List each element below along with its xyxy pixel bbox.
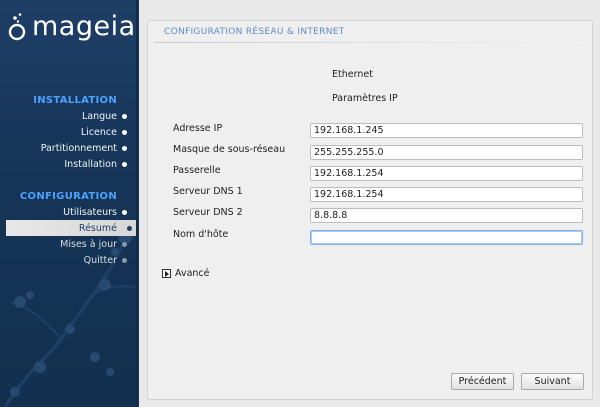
title-divider: [154, 42, 586, 43]
ip-address-input[interactable]: [310, 123, 583, 138]
hostname-label: Nom d'hôte: [173, 229, 229, 240]
nav-item-quitter[interactable]: Quitter: [0, 252, 139, 268]
section-title-installation: INSTALLATION: [33, 95, 117, 106]
nav-item-label: Installation: [64, 158, 117, 170]
logo-text: mageia: [32, 11, 136, 42]
bullet-icon: [122, 242, 127, 247]
nav-item-label: Quitter: [83, 254, 117, 266]
expand-arrow-icon: [162, 269, 171, 278]
advanced-label: Avancé: [175, 268, 210, 279]
gateway-input[interactable]: [310, 166, 583, 181]
ip-address-label: Adresse IP: [173, 123, 223, 134]
blossom-branch-decoration: [3, 226, 136, 407]
dns1-label: Serveur DNS 1: [173, 186, 243, 197]
nav-item-label: Mises à jour: [60, 238, 117, 250]
dns1-input[interactable]: [310, 187, 583, 202]
mageia-logo-icon: [8, 13, 26, 41]
bullet-icon: [122, 114, 127, 119]
sidebar: mageia INSTALLATION Langue Licence Parti…: [0, 0, 139, 407]
nav-item-installation[interactable]: Installation: [0, 156, 139, 172]
network-config-panel: CONFIGURATION RÉSEAU & INTERNET Ethernet…: [147, 20, 593, 400]
interface-type-label: Ethernet: [332, 69, 373, 80]
netmask-label: Masque de sous-réseau: [173, 144, 286, 155]
bullet-icon: [122, 210, 127, 215]
nav-item-label: Résumé: [78, 222, 117, 234]
bullet-icon: [127, 226, 132, 231]
mageia-logo: mageia: [6, 12, 136, 42]
bullet-icon: [122, 130, 127, 135]
nav-item-mises-a-jour[interactable]: Mises à jour: [0, 236, 139, 252]
page-title: CONFIGURATION RÉSEAU & INTERNET: [164, 27, 345, 37]
ip-settings-heading: Paramètres IP: [332, 93, 398, 104]
bullet-icon: [122, 258, 127, 263]
next-button[interactable]: Suivant: [521, 373, 584, 390]
nav-item-licence[interactable]: Licence: [0, 124, 139, 140]
netmask-input[interactable]: [310, 145, 583, 160]
bullet-icon: [122, 146, 127, 151]
nav-item-langue[interactable]: Langue: [0, 108, 139, 124]
nav-item-resume[interactable]: Résumé: [6, 220, 139, 236]
nav-item-label: Langue: [81, 110, 117, 122]
dns2-input[interactable]: [310, 208, 583, 223]
nav-item-partitionnement[interactable]: Partitionnement: [0, 140, 139, 156]
dns2-label: Serveur DNS 2: [173, 207, 243, 218]
nav-item-label: Utilisateurs: [63, 206, 117, 218]
gateway-label: Passerelle: [173, 165, 221, 176]
nav-item-utilisateurs[interactable]: Utilisateurs: [0, 204, 139, 220]
section-title-configuration: CONFIGURATION: [19, 191, 117, 202]
nav-item-label: Licence: [80, 126, 117, 138]
previous-button[interactable]: Précédent: [451, 373, 514, 390]
nav-item-label: Partitionnement: [40, 142, 117, 154]
advanced-expander[interactable]: Avancé: [162, 268, 209, 279]
bullet-icon: [122, 162, 127, 167]
hostname-input[interactable]: [310, 230, 583, 245]
